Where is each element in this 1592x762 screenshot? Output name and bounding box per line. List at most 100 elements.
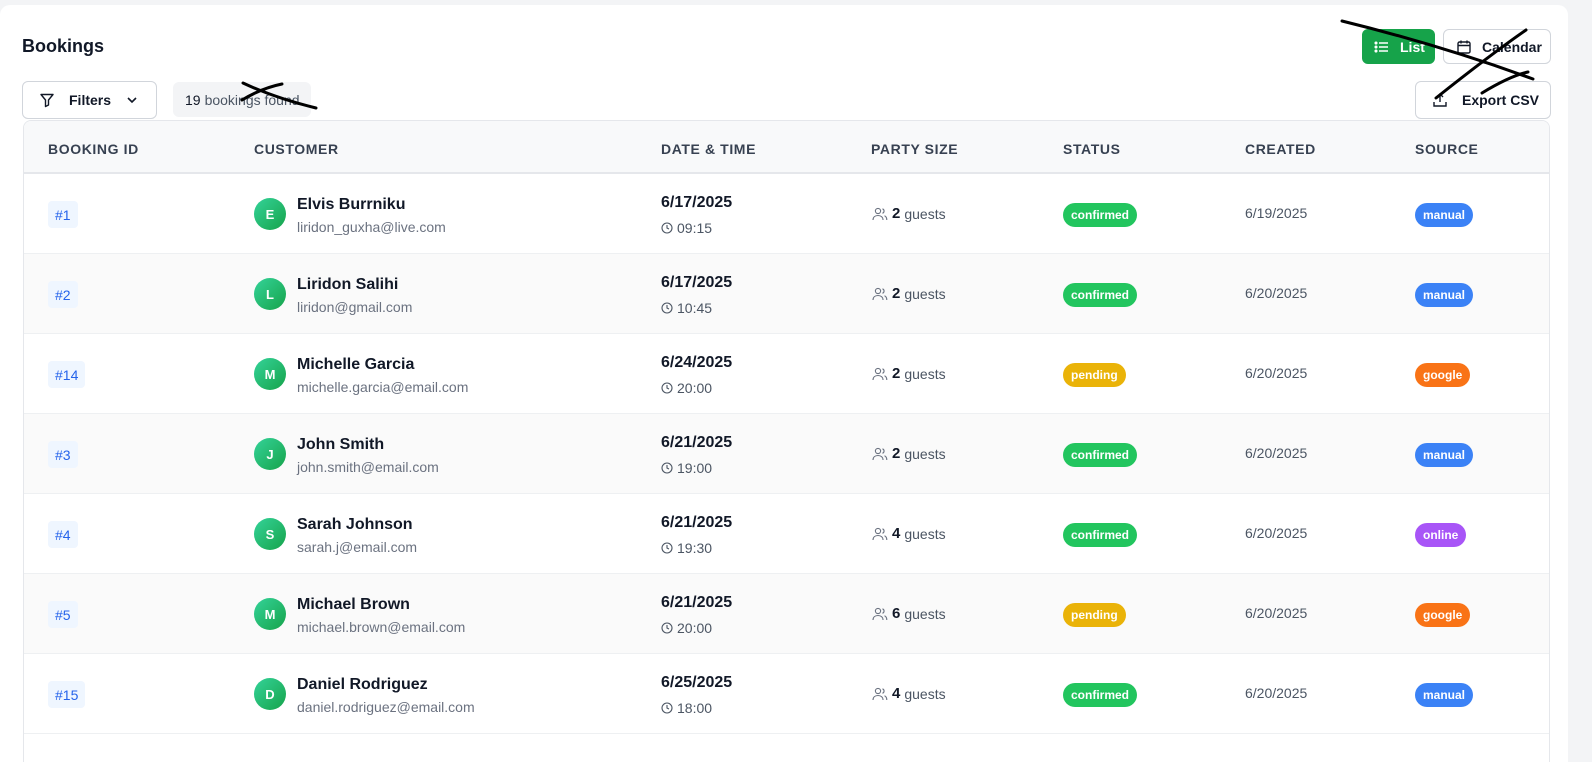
party-size-suffix: guests — [904, 605, 946, 622]
export-csv-label: Export CSV — [1462, 92, 1540, 108]
header-date-time[interactable]: DATE & TIME — [661, 141, 756, 157]
export-csv-button[interactable]: Export CSV — [1415, 81, 1551, 119]
booking-time-value: 18:00 — [677, 700, 713, 716]
page-title: Bookings — [22, 36, 105, 56]
customer-email: john.smith@email.com — [297, 459, 439, 475]
clock-icon — [661, 222, 673, 234]
party-size: 2 guests — [872, 445, 946, 462]
booking-id-link[interactable]: #5 — [48, 601, 78, 628]
source-badge: manual — [1415, 203, 1474, 227]
created-date: 6/20/2025 — [1245, 365, 1308, 381]
booking-date: 6/21/2025 — [661, 594, 733, 611]
booking-id-link[interactable]: #15 — [48, 681, 86, 708]
avatar: E — [254, 198, 286, 230]
users-icon — [872, 687, 888, 701]
party-size-value: 6 — [892, 605, 901, 622]
avatar: M — [254, 598, 286, 630]
header-party-size[interactable]: PARTY SIZE — [871, 141, 958, 157]
party-size-suffix: guests — [904, 525, 946, 542]
booking-id-link[interactable]: #14 — [48, 361, 86, 388]
customer-name: Elvis Burrniku — [297, 196, 406, 213]
party-size: 2 guests — [872, 285, 946, 302]
table-row[interactable]: #4 S Sarah Johnson sarah.j@email.com 6/2… — [24, 494, 1549, 574]
table-body: #1 E Elvis Burrniku liridon_guxha@live.c… — [24, 174, 1549, 734]
created-date: 6/20/2025 — [1245, 525, 1308, 541]
table-row[interactable]: #3 J John Smith john.smith@email.com 6/2… — [24, 414, 1549, 494]
chevron-down-icon — [125, 93, 139, 107]
table-row[interactable]: #5 M Michael Brown michael.brown@email.c… — [24, 574, 1549, 654]
booking-time-value: 19:30 — [677, 540, 713, 556]
table-header: BOOKING ID CUSTOMER DATE & TIME PARTY SI… — [24, 121, 1549, 174]
party-size-value: 4 — [892, 685, 901, 702]
source-badge: manual — [1415, 683, 1474, 707]
booking-time: 20:00 — [661, 620, 712, 636]
booking-date: 6/25/2025 — [661, 674, 733, 691]
users-icon — [872, 367, 888, 381]
clock-icon — [661, 462, 673, 474]
created-date: 6/20/2025 — [1245, 605, 1308, 621]
header-booking-id[interactable]: BOOKING ID — [48, 141, 139, 157]
bookings-table: BOOKING ID CUSTOMER DATE & TIME PARTY SI… — [23, 120, 1550, 762]
source-badge: manual — [1415, 283, 1474, 307]
table-row[interactable]: #2 L Liridon Salihi liridon@gmail.com 6/… — [24, 254, 1549, 334]
calendar-view-button[interactable]: Calendar — [1443, 29, 1551, 64]
party-size-suffix: guests — [904, 685, 946, 702]
status-badge: confirmed — [1063, 203, 1138, 227]
created-date: 6/20/2025 — [1245, 285, 1308, 301]
calendar-icon — [1456, 39, 1472, 55]
status-badge: confirmed — [1063, 443, 1138, 467]
header-status[interactable]: STATUS — [1063, 141, 1121, 157]
clock-icon — [661, 302, 673, 314]
booking-time-value: 10:45 — [677, 300, 713, 316]
party-size: 2 guests — [872, 365, 946, 382]
customer-email: michelle.garcia@email.com — [297, 379, 469, 395]
header-source[interactable]: SOURCE — [1415, 141, 1479, 157]
status-badge: confirmed — [1063, 683, 1138, 707]
party-size: 4 guests — [872, 525, 946, 542]
customer-name: Michelle Garcia — [297, 356, 415, 373]
results-count-number: 19 — [185, 91, 201, 108]
booking-date: 6/24/2025 — [661, 354, 733, 371]
table-row[interactable]: #14 M Michelle Garcia michelle.garcia@em… — [24, 334, 1549, 414]
booking-id-link[interactable]: #1 — [48, 201, 78, 228]
booking-date: 6/17/2025 — [661, 194, 733, 211]
customer-name: Sarah Johnson — [297, 516, 413, 533]
booking-id-link[interactable]: #2 — [48, 281, 78, 308]
status-badge: pending — [1063, 363, 1126, 387]
customer-email: michael.brown@email.com — [297, 619, 466, 635]
status-badge: confirmed — [1063, 523, 1138, 547]
booking-time: 20:00 — [661, 380, 712, 396]
header-created[interactable]: CREATED — [1245, 141, 1316, 157]
booking-time-value: 20:00 — [677, 620, 713, 636]
created-date: 6/19/2025 — [1245, 205, 1308, 221]
booking-id-link[interactable]: #4 — [48, 521, 78, 548]
list-view-button[interactable]: List — [1362, 29, 1435, 64]
created-date: 6/20/2025 — [1245, 445, 1308, 461]
booking-date: 6/21/2025 — [661, 514, 733, 531]
table-row[interactable]: #1 E Elvis Burrniku liridon_guxha@live.c… — [24, 174, 1549, 254]
calendar-view-label: Calendar — [1482, 38, 1542, 55]
customer-name: Liridon Salihi — [297, 276, 399, 293]
party-size-suffix: guests — [904, 205, 946, 222]
results-count: 19 bookings found — [173, 82, 311, 117]
party-size-value: 4 — [892, 525, 901, 542]
header-customer[interactable]: CUSTOMER — [254, 141, 339, 157]
filter-icon — [39, 92, 55, 108]
source-badge: google — [1415, 603, 1471, 627]
filters-button[interactable]: Filters — [22, 81, 157, 119]
party-size-value: 2 — [892, 285, 901, 302]
customer-email: daniel.rodriguez@email.com — [297, 699, 475, 715]
party-size-value: 2 — [892, 205, 901, 222]
party-size: 2 guests — [872, 205, 946, 222]
party-size: 6 guests — [872, 605, 946, 622]
results-count-text: bookings found — [204, 91, 300, 108]
source-badge: online — [1415, 523, 1467, 547]
party-size-suffix: guests — [904, 285, 946, 302]
booking-id-link[interactable]: #3 — [48, 441, 78, 468]
source-badge: google — [1415, 363, 1471, 387]
filters-label: Filters — [69, 92, 112, 108]
booking-time: 18:00 — [661, 700, 712, 716]
customer-email: sarah.j@email.com — [297, 539, 418, 555]
list-view-label: List — [1400, 38, 1425, 55]
table-row[interactable]: #15 D Daniel Rodriguez daniel.rodriguez@… — [24, 654, 1549, 734]
